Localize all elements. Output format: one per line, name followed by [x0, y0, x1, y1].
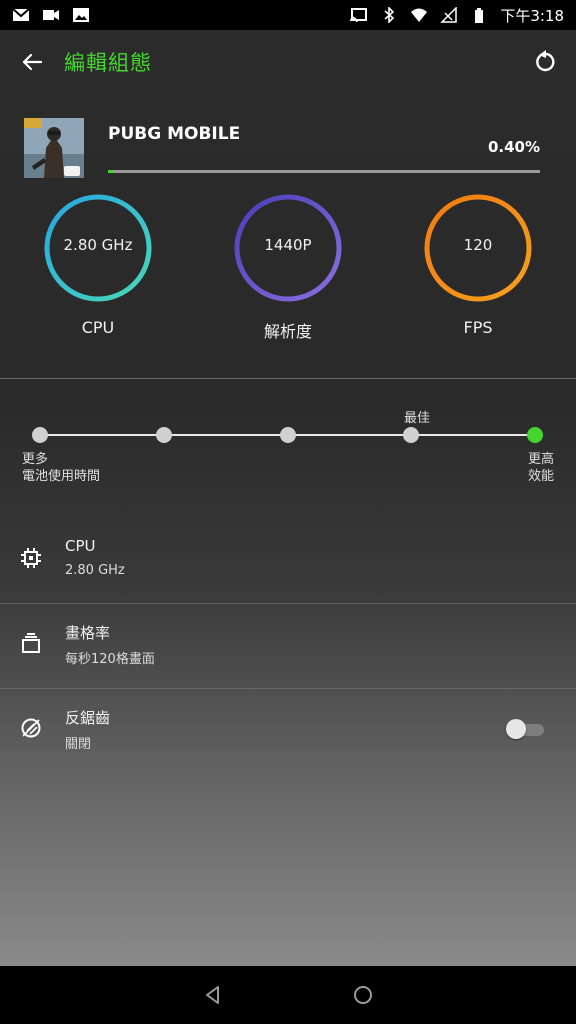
setting-anti-aliasing-title: 反鋸齒: [65, 709, 111, 727]
setting-anti-aliasing-value: 關閉: [65, 737, 92, 752]
nav-back-button[interactable]: [202, 984, 224, 1006]
back-triangle-icon: [206, 986, 219, 1004]
gmail-icon: [12, 7, 30, 23]
game-progress-bar: [108, 170, 540, 173]
navigation-bar: [0, 966, 576, 1024]
cpu-chip-icon: [20, 547, 42, 569]
back-button[interactable]: [18, 48, 46, 76]
page-title: 編輯組態: [64, 51, 152, 75]
game-progress-fill: [108, 170, 114, 173]
setting-row-frame-rate[interactable]: 畫格率 每秒120格畫面: [0, 604, 576, 688]
slider-right-label-line1: 更高: [527, 452, 554, 467]
slider-left-label-line2: 電池使用時間: [22, 469, 101, 484]
reset-button[interactable]: [532, 48, 560, 76]
gauge-cpu-label: CPU: [81, 318, 115, 337]
video-camera-icon: [42, 7, 60, 23]
slider-step-1[interactable]: [32, 427, 48, 443]
gauge-resolution[interactable]: 1440P 解析度: [232, 192, 344, 342]
gauge-fps-label: FPS: [463, 318, 493, 337]
wifi-icon: [410, 7, 428, 23]
setting-frame-rate-title: 畫格率: [65, 624, 111, 642]
performance-slider[interactable]: 最佳 更多 電池使用時間 更高 效能: [0, 379, 576, 519]
slider-step-4[interactable]: [403, 427, 419, 443]
status-bar: 下午3:18: [0, 0, 576, 30]
slider-left-label: 更多 電池使用時間: [22, 451, 100, 485]
anti-aliasing-toggle[interactable]: [506, 719, 544, 739]
game-name: PUBG MOBILE: [108, 124, 241, 144]
slider-step-2[interactable]: [156, 427, 172, 443]
slider-step-5[interactable]: [527, 427, 543, 443]
cast-icon: [350, 7, 368, 23]
status-right-icons: 下午3:18: [350, 5, 564, 26]
top-app-bar: 編輯組態: [0, 30, 576, 94]
game-thumbnail[interactable]: [24, 118, 84, 178]
gauge-resolution-label: 解析度: [263, 322, 312, 341]
reset-icon: [536, 50, 555, 72]
game-card: PUBG MOBILE 0.40%: [0, 118, 576, 192]
bluetooth-icon: [380, 7, 398, 23]
setting-row-cpu[interactable]: CPU 2.80 GHz: [0, 519, 576, 603]
slider-left-label-line1: 更多: [22, 452, 49, 467]
battery-icon: [470, 7, 488, 23]
setting-cpu-title: CPU: [65, 537, 96, 555]
gauge-resolution-value: 1440P: [264, 236, 312, 254]
toggle-knob: [506, 719, 526, 739]
gauge-cpu[interactable]: 2.80 GHz CPU: [42, 192, 154, 337]
nav-home-button[interactable]: [352, 984, 374, 1006]
gauge-cpu-value: 2.80 GHz: [63, 236, 133, 254]
app-screen: 編輯組態 PUBG MOBILE 0.40% 2.80 GHz CPU 1440…: [0, 30, 576, 966]
no-signal-icon: [440, 7, 458, 23]
performance-gauges: 2.80 GHz CPU 1440P 解析度 120 FPS: [0, 192, 576, 378]
frame-rate-icon: [20, 632, 42, 654]
setting-cpu-value: 2.80 GHz: [65, 563, 125, 578]
image-icon: [72, 7, 90, 23]
status-time: 下午3:18: [500, 6, 564, 25]
setting-row-anti-aliasing[interactable]: 反鋸齒 關閉: [0, 689, 576, 773]
home-circle-icon: [354, 986, 372, 1004]
gauge-fps-value: 120: [463, 236, 493, 254]
slider-best-label: 最佳: [404, 411, 431, 426]
slider-step-3[interactable]: [280, 427, 296, 443]
game-thumbnail-image: [24, 118, 84, 178]
setting-frame-rate-value: 每秒120格畫面: [65, 652, 155, 667]
slider-right-label-line2: 效能: [527, 469, 554, 484]
anti-aliasing-icon: [20, 717, 42, 739]
gauge-fps[interactable]: 120 FPS: [422, 192, 534, 337]
slider-right-label: 更高 效能: [528, 451, 554, 485]
status-left-icons: [12, 7, 90, 23]
game-usage-percent: 0.40%: [487, 138, 540, 156]
arrow-left-icon: [22, 53, 43, 71]
